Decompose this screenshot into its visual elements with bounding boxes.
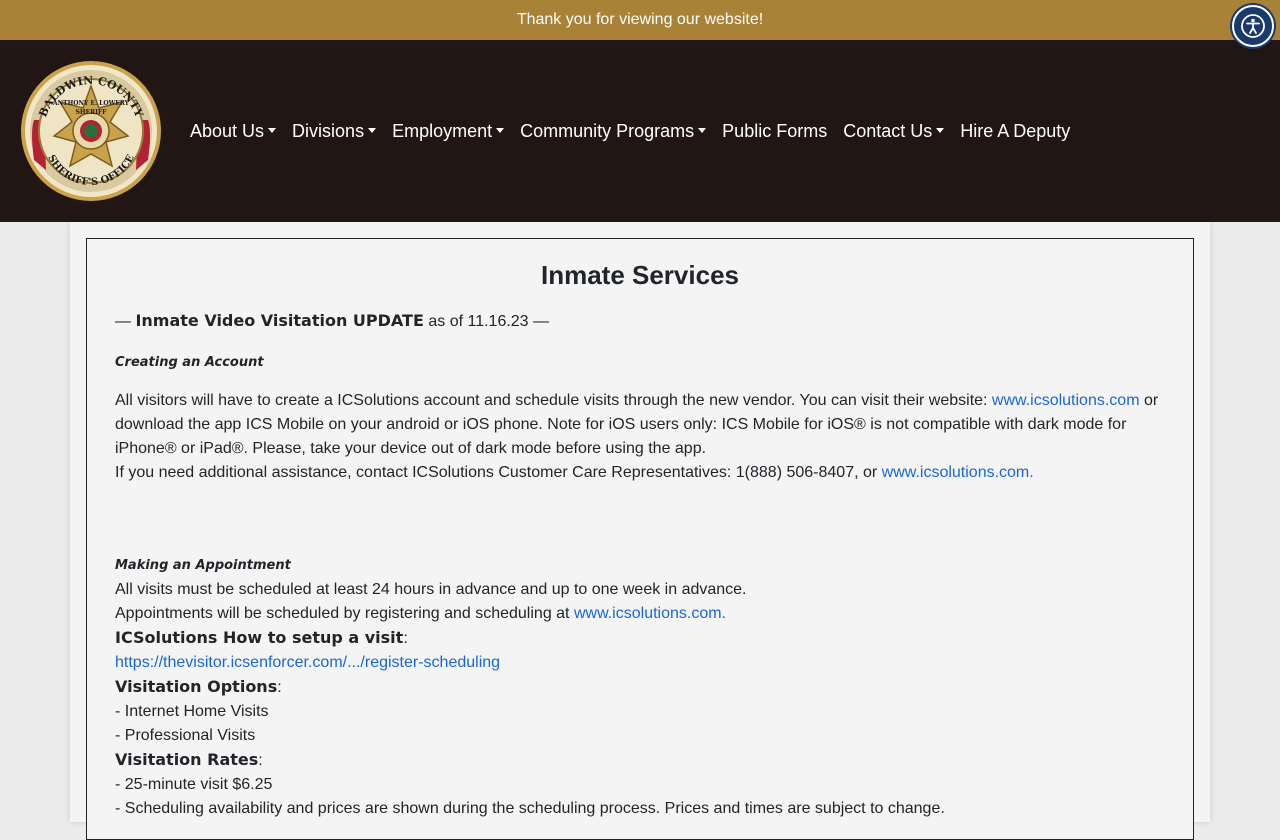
appointment-heading: Making an Appointment	[115, 558, 291, 573]
nav-label: Public Forms	[722, 120, 828, 141]
nav-label: Divisions	[292, 120, 365, 141]
logo-rank-text: SHERIFF	[76, 109, 108, 116]
rate-item: - 25-minute visit $6.25	[115, 776, 273, 793]
update-prefix: —	[115, 313, 136, 330]
page-container: Inmate Services — Inmate Video Visitatio…	[70, 222, 1210, 840]
nav-divisions[interactable]: Divisions	[284, 121, 384, 142]
accessibility-button[interactable]	[1232, 5, 1274, 47]
logo-name-text: ANTHONY E. LOWERY	[52, 100, 130, 107]
appointment-line-1: All visits must be scheduled at least 24…	[115, 581, 747, 598]
announcement-bar: Thank you for viewing our website!	[0, 0, 1280, 47]
accessibility-icon	[1241, 14, 1265, 38]
caret-down-icon	[268, 127, 277, 133]
caret-down-icon	[368, 127, 377, 133]
rates-line: Visitation Rates:	[115, 750, 263, 769]
creating-account-heading: Creating an Account	[115, 355, 264, 370]
nav-label: Contact Us	[843, 120, 933, 141]
nav-label: Community Programs	[520, 120, 695, 141]
main-navigation: About Us Divisions Employment Community …	[182, 121, 1078, 142]
caret-down-icon	[936, 127, 945, 133]
caret-down-icon	[698, 127, 707, 133]
caret-down-icon	[496, 127, 505, 133]
nav-about-us[interactable]: About Us	[182, 121, 284, 142]
options-label: Visitation Options	[115, 677, 278, 696]
nav-label: About Us	[190, 120, 265, 141]
icsolutions-link-3[interactable]: www.icsolutions.com.	[574, 605, 726, 622]
page-title: Inmate Services	[540, 260, 739, 290]
update-title: Inmate Video Visitation UPDATE	[135, 311, 424, 330]
setup-line: ICSolutions How to setup a visit:	[115, 628, 408, 647]
option-item: - Professional Visits	[115, 727, 256, 744]
nav-hire-a-deputy[interactable]: Hire A Deputy	[952, 121, 1078, 142]
nav-public-forms[interactable]: Public Forms	[714, 121, 835, 142]
nav-community-programs[interactable]: Community Programs	[512, 121, 714, 142]
sheriff-badge-logo[interactable]: BALDWIN COUNTY SHERIFF'S OFFICE ANTHONY …	[20, 60, 162, 202]
options-line: Visitation Options:	[115, 677, 282, 696]
option-item: - Internet Home Visits	[115, 703, 269, 720]
site-header: BALDWIN COUNTY SHERIFF'S OFFICE ANTHONY …	[0, 40, 1280, 222]
update-date: as of 11.16.23 —	[423, 313, 550, 330]
rates-label: Visitation Rates	[115, 750, 259, 769]
nav-label: Hire A Deputy	[960, 120, 1071, 141]
setup-label: ICSolutions How to setup a visit	[115, 628, 404, 647]
content-box: Inmate Services — Inmate Video Visitatio…	[86, 238, 1194, 840]
nav-contact-us[interactable]: Contact Us	[835, 121, 952, 142]
icsolutions-link[interactable]: www.icsolutions.com	[992, 392, 1140, 409]
assistance-paragraph: If you need additional assistance, conta…	[115, 461, 1165, 485]
appointment-text: Appointments will be scheduled by regist…	[115, 605, 574, 622]
register-scheduling-link[interactable]: https://thevisitor.icsenforcer.com/.../r…	[115, 654, 500, 671]
icsolutions-link-2[interactable]: www.icsolutions.com.	[882, 464, 1034, 481]
appointment-line-2: Appointments will be scheduled by regist…	[115, 602, 1165, 626]
creating-text-1: All visitors will have to create a ICSol…	[115, 392, 992, 409]
rate-item: - Scheduling availability and prices are…	[115, 800, 945, 817]
assistance-text: If you need additional assistance, conta…	[115, 464, 882, 481]
creating-account-paragraph: All visitors will have to create a ICSol…	[115, 389, 1165, 461]
nav-label: Employment	[392, 120, 493, 141]
nav-employment[interactable]: Employment	[384, 121, 512, 142]
announcement-text: Thank you for viewing our website!	[516, 11, 764, 28]
update-notice: — Inmate Video Visitation UPDATE as of 1…	[115, 309, 1165, 334]
